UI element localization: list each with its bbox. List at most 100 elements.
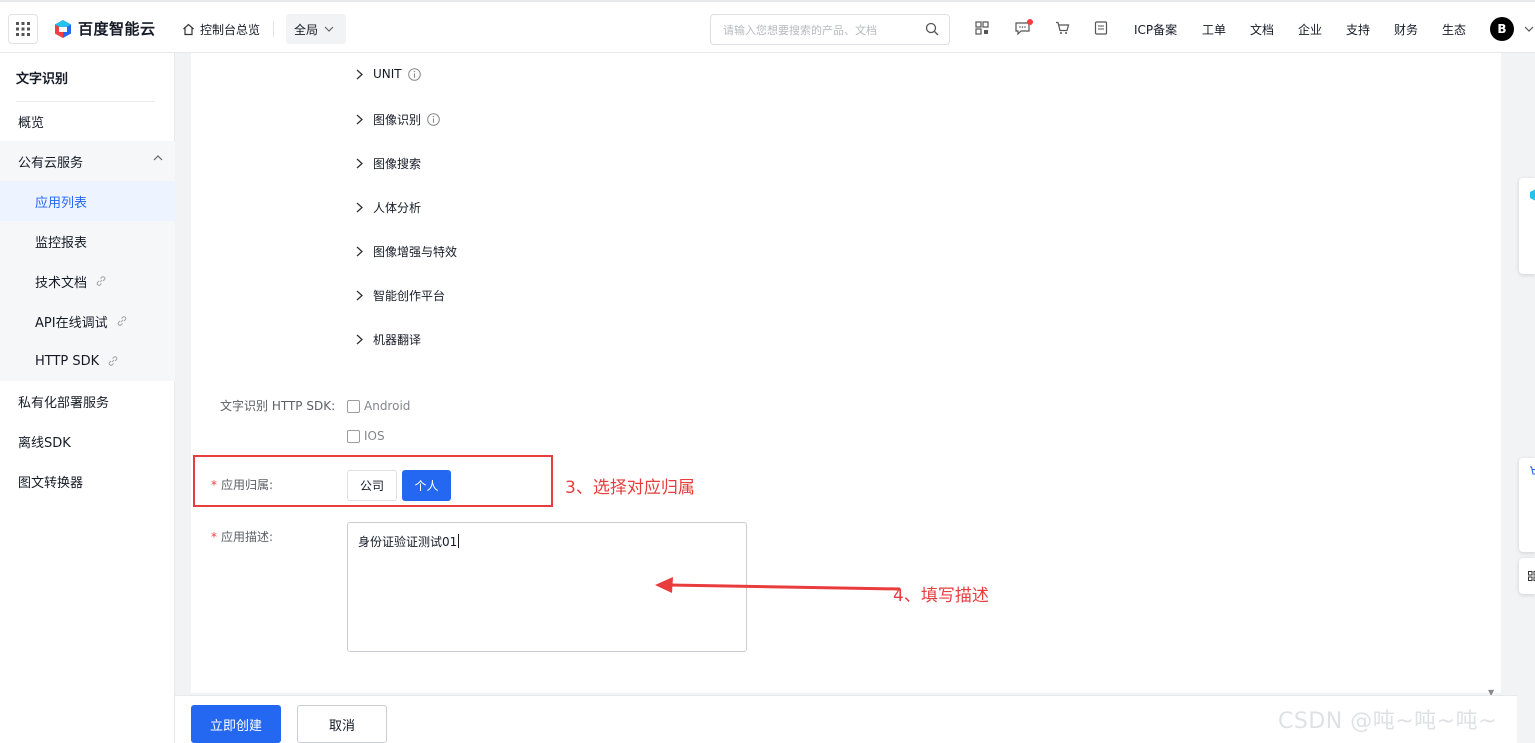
chevron-down-icon — [324, 26, 334, 32]
category-label: 图像增强与特效 — [373, 245, 458, 259]
sidebar-item-label: 应用列表 — [35, 195, 88, 211]
scrollbar[interactable] — [1503, 53, 1515, 693]
region-select[interactable]: 全局 — [286, 14, 346, 44]
category-unit[interactable]: UNIT — [356, 67, 431, 81]
sidebar-item-http-sdk[interactable]: HTTP SDK — [0, 341, 175, 381]
nav-finance[interactable]: 财务 — [1394, 21, 1418, 38]
ownership-individual-button[interactable]: 个人 — [402, 470, 451, 501]
search-icon[interactable] — [925, 22, 939, 36]
nav-ticket[interactable]: 工单 — [1202, 21, 1226, 38]
category-creation-platform[interactable]: 智能创作平台 — [356, 287, 445, 304]
billing-icon[interactable] — [1094, 21, 1108, 35]
sidebar-item-private-deploy[interactable]: 私有化部署服务 — [0, 381, 175, 421]
annotation-arrow — [655, 577, 901, 593]
sidebar-item-label: 图文转换器 — [18, 475, 84, 491]
create-button[interactable]: 立即创建 — [191, 705, 281, 743]
search-placeholder: 请输入您想要搜索的产品、文档 — [723, 23, 877, 37]
chevron-right-icon — [356, 290, 363, 301]
description-label: * 应用描述: — [211, 530, 274, 544]
nav-support[interactable]: 支持 — [1346, 21, 1370, 38]
sidebar-item-label: 私有化部署服务 — [18, 395, 110, 411]
search-input[interactable]: 请输入您想要搜索的产品、文档 — [710, 14, 950, 45]
sidebar-item-overview[interactable]: 概览 — [0, 101, 175, 141]
checkbox-label: Android — [364, 399, 411, 413]
sidebar-item-monitoring[interactable]: 监控报表 — [0, 221, 175, 261]
sidebar-item-label: 概览 — [18, 115, 45, 131]
sdk-label: 文字识别 HTTP SDK: — [220, 399, 336, 413]
console-home-link[interactable]: 控制台总览 — [182, 21, 260, 38]
nav-icp[interactable]: ICP备案 — [1134, 21, 1177, 38]
link-icon — [96, 276, 106, 286]
chevron-right-icon — [356, 334, 363, 345]
sidebar: 文字识别 概览 公有云服务 应用列表 监控报表 技术文档 API在线调试 HTT… — [0, 53, 175, 743]
ownership-label: * 应用归属: — [211, 478, 274, 492]
home-icon — [183, 23, 194, 36]
grid-icon — [1528, 571, 1535, 581]
cancel-button[interactable]: 取消 — [297, 705, 387, 743]
cloud-logo-icon — [55, 19, 71, 38]
cloud-logo-icon — [1530, 189, 1535, 201]
checkbox-label: IOS — [364, 429, 385, 443]
qrcode-icon[interactable] — [975, 21, 989, 35]
sidebar-item-label: 监控报表 — [35, 235, 88, 251]
sidebar-item-app-list[interactable]: 应用列表 — [0, 181, 175, 221]
notification-dot — [1027, 19, 1033, 25]
chevron-right-icon — [356, 202, 363, 213]
category-label: 机器翻译 — [373, 333, 422, 347]
floating-promo-card[interactable] — [1519, 458, 1535, 552]
category-label: 图像搜索 — [373, 157, 422, 171]
ownership-company-button[interactable]: 公司 — [347, 470, 397, 501]
nav-enterprise[interactable]: 企业 — [1298, 21, 1322, 38]
annotation-step4: 4、填写描述 — [893, 586, 989, 606]
sidebar-item-tech-docs[interactable]: 技术文档 — [0, 261, 175, 301]
info-icon[interactable] — [407, 67, 421, 81]
chevron-down-icon[interactable] — [1524, 26, 1534, 32]
info-icon[interactable] — [427, 113, 440, 126]
chevron-right-icon — [356, 246, 363, 257]
floating-help-card[interactable] — [1519, 178, 1535, 274]
ios-checkbox[interactable]: IOS — [347, 429, 385, 443]
ownership-label-text: 应用归属: — [221, 478, 274, 492]
checkbox-box[interactable] — [347, 429, 360, 443]
nav-ecosystem[interactable]: 生态 — [1442, 21, 1466, 38]
avatar[interactable]: B — [1490, 17, 1514, 41]
sidebar-item-image-converter[interactable]: 图文转换器 — [0, 461, 175, 501]
logo[interactable]: 百度智能云 — [53, 18, 156, 39]
sidebar-item-api-debug[interactable]: API在线调试 — [0, 301, 175, 341]
description-label-text: 应用描述: — [221, 530, 274, 544]
sidebar-item-offline-sdk[interactable]: 离线SDK — [0, 421, 175, 461]
apps-grid-icon[interactable] — [8, 14, 38, 44]
nav-docs[interactable]: 文档 — [1250, 21, 1274, 38]
category-label: 智能创作平台 — [373, 289, 446, 303]
sidebar-title: 文字识别 — [16, 72, 69, 87]
category-label: 图像识别 — [373, 113, 422, 127]
right-panel — [1517, 53, 1535, 743]
chevron-up-icon — [153, 155, 163, 161]
cart-icon[interactable] — [1055, 21, 1070, 35]
annotation-step3: 3、选择对应归属 — [565, 478, 695, 498]
sidebar-item-label: HTTP SDK — [35, 353, 100, 369]
category-image-enhance[interactable]: 图像增强与特效 — [356, 243, 457, 260]
description-value: 身份证验证测试01 — [358, 535, 458, 549]
region-label: 全局 — [294, 22, 319, 37]
divider — [273, 21, 274, 37]
sidebar-item-label: 公有云服务 — [18, 155, 84, 171]
chevron-right-icon — [356, 158, 363, 169]
category-image-search[interactable]: 图像搜索 — [356, 155, 421, 172]
floating-grid-button[interactable] — [1519, 558, 1535, 594]
sidebar-item-label: 离线SDK — [18, 435, 71, 451]
sidebar-item-public-cloud[interactable]: 公有云服务 — [0, 141, 175, 181]
console-home-label: 控制台总览 — [200, 23, 261, 37]
category-label: 人体分析 — [373, 201, 422, 215]
chevron-right-icon — [356, 114, 363, 125]
category-body-analysis[interactable]: 人体分析 — [356, 199, 421, 216]
link-icon — [117, 316, 126, 326]
cart-icon — [1530, 466, 1535, 475]
checkbox-box[interactable] — [347, 399, 360, 413]
link-icon — [108, 356, 118, 366]
android-checkbox[interactable]: Android — [347, 399, 410, 413]
sidebar-item-label: API在线调试 — [35, 315, 108, 331]
category-image-recognition[interactable]: 图像识别 — [356, 111, 450, 128]
watermark: CSDN @吨~吨~吨~ — [1278, 709, 1498, 734]
category-machine-translation[interactable]: 机器翻译 — [356, 331, 421, 348]
